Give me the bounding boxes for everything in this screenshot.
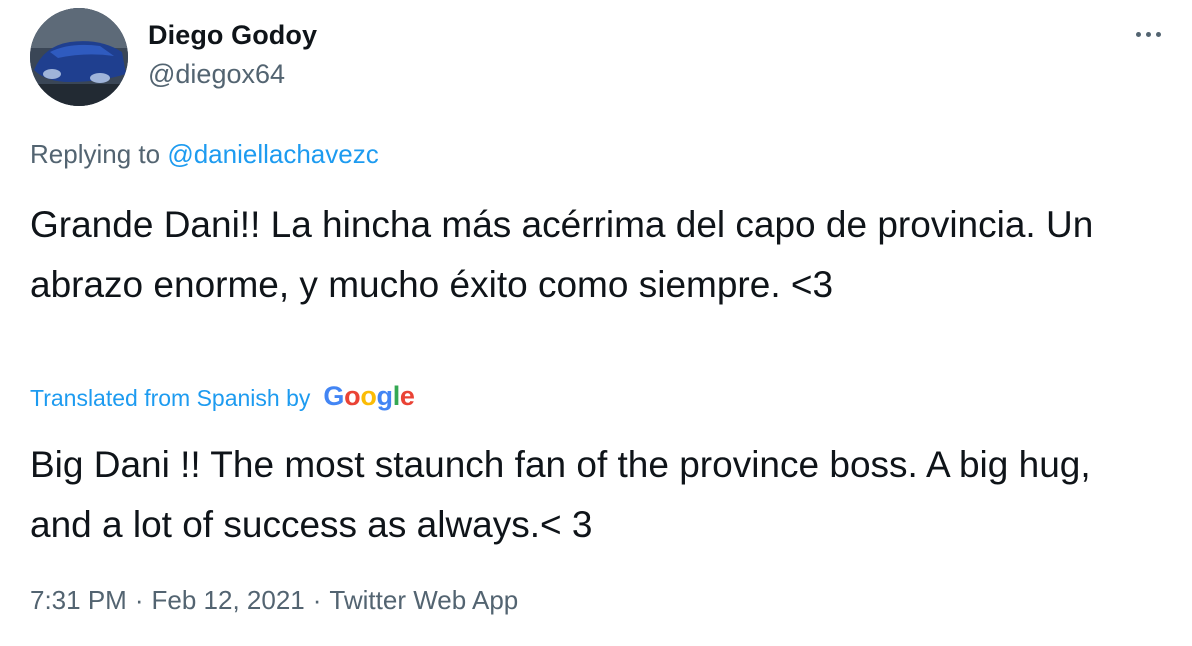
replying-to: Replying to @daniellachavezc [30, 139, 379, 170]
google-letter: G [323, 381, 345, 411]
tweet-source[interactable]: Twitter Web App [329, 585, 518, 615]
google-logo: Google [323, 381, 415, 412]
replying-to-label: Replying to [30, 139, 161, 169]
tweet-translated-text: Big Dani !! The most staunch fan of the … [30, 444, 1091, 545]
more-dot [1155, 31, 1161, 37]
tweet-metadata: 7:31 PM · Feb 12, 2021 · Twitter Web App [30, 585, 518, 616]
author-name[interactable]: Diego Godoy [148, 20, 317, 51]
tweet-date[interactable]: Feb 12, 2021 [152, 585, 305, 615]
google-letter: o [344, 381, 361, 411]
tweet-card: Diego Godoy @diegox64 Replying to @danie… [0, 0, 1192, 646]
avatar[interactable] [30, 8, 128, 106]
tweet-original-text: Grande Dani!! La hincha más acérrima del… [30, 204, 1094, 305]
reply-mention-link[interactable]: @daniellachavezc [167, 139, 378, 169]
google-letter: o [360, 381, 377, 411]
google-letter: g [376, 381, 394, 411]
translated-from-label: Translated from Spanish by [30, 385, 311, 411]
meta-separator: · [134, 585, 144, 615]
more-dot [1145, 31, 1151, 37]
meta-separator: · [312, 585, 322, 615]
avatar-car-image [30, 8, 128, 106]
translation-attribution[interactable]: Translated from Spanish by Google [30, 381, 415, 414]
author-handle[interactable]: @diegox64 [148, 59, 285, 90]
google-letter: e [399, 381, 415, 411]
tweet-time[interactable]: 7:31 PM [30, 585, 127, 615]
more-horizontal-icon[interactable] [1128, 16, 1168, 52]
google-letter: l [392, 381, 401, 411]
more-dot [1135, 31, 1141, 37]
